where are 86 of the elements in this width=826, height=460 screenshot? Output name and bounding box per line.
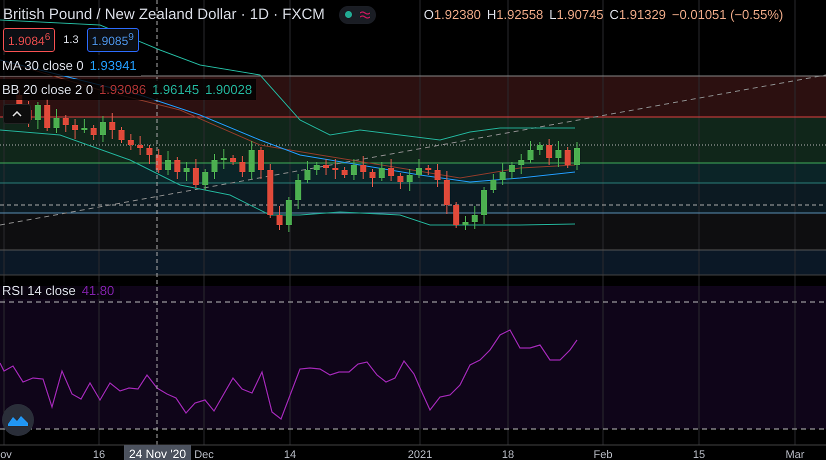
wave-icon (360, 10, 370, 18)
candlestick (202, 168, 208, 190)
indicator-value: 1.96145 (152, 82, 200, 97)
candlestick (462, 216, 468, 230)
time-axis-label: 18 (502, 449, 514, 460)
candlestick (212, 154, 218, 180)
time-axis-label: 16 (92, 449, 106, 460)
candlestick (574, 142, 580, 170)
candlestick (258, 146, 264, 180)
candlestick (444, 170, 450, 214)
candlestick (360, 156, 366, 180)
candlestick (332, 158, 338, 180)
candlestick (500, 162, 506, 186)
market-status-toggle[interactable] (338, 6, 376, 24)
candlestick (323, 158, 330, 176)
candlestick (508, 162, 515, 180)
candlestick (248, 140, 255, 180)
candlestick (239, 156, 246, 178)
time-axis-label: Dec (194, 449, 214, 460)
candlestick (192, 158, 199, 188)
candlestick (350, 158, 357, 180)
candlestick (416, 158, 422, 178)
time-axis-label: ov (0, 449, 12, 460)
candlestick (184, 162, 190, 182)
candlestick (434, 164, 441, 188)
candlestick (295, 174, 302, 210)
candlestick (220, 148, 227, 170)
candlestick (81, 118, 88, 134)
spread-value: 1.3 (63, 34, 79, 46)
time-axis-label: 14 (284, 449, 296, 460)
candlestick (481, 186, 488, 224)
candlestick (536, 142, 543, 156)
sell-button[interactable]: 1.9084$^{6}$ (3, 28, 56, 52)
candlestick (146, 144, 152, 164)
buy-button[interactable]: 1.9085$^{9}$ (86, 28, 139, 52)
candlestick (370, 168, 376, 188)
candlestick (472, 206, 478, 230)
time-axis-label: Mar (786, 449, 804, 460)
candlestick (90, 124, 97, 140)
candlestick (304, 160, 310, 184)
candlestick (490, 174, 496, 194)
price-change: −0.01051 (−0.55%) (672, 7, 784, 22)
collapse-button[interactable] (3, 104, 31, 124)
candlestick (453, 202, 460, 228)
time-axis-label: Feb (594, 449, 612, 460)
time-axis-label: 15 (692, 449, 706, 460)
candlestick (128, 134, 134, 150)
candlestick (286, 196, 292, 232)
indicator-name: RSI 14 close (2, 283, 76, 298)
time-axis-label: 2021 (408, 449, 432, 460)
candlestick (518, 154, 524, 174)
candlestick (118, 126, 125, 144)
indicator-value: 1.93086 (99, 82, 146, 97)
candlestick (342, 166, 348, 178)
ohlc-value: L1.90745 (549, 7, 604, 22)
candlestick (174, 156, 180, 180)
chevron-up-icon (12, 111, 22, 117)
ohlc-value: O1.92380 (424, 7, 481, 22)
indicator-name: MA 30 close 0 (2, 58, 84, 73)
candlestick (406, 168, 413, 192)
candlestick (528, 140, 534, 164)
candlestick (555, 140, 562, 168)
candlestick (314, 162, 320, 176)
candlestick (378, 162, 385, 182)
indicator-value: 1.93941 (90, 58, 137, 73)
candlestick (156, 148, 162, 174)
candlestick (53, 108, 60, 134)
candlestick (100, 116, 106, 142)
symbol-title: British Pound / New Zealand Dollar · 1D · FXCM (3, 6, 325, 23)
candlestick (388, 158, 394, 182)
ohlc-value: H1.92558 (486, 7, 544, 22)
candlestick (564, 146, 571, 168)
candlestick (397, 172, 404, 190)
crosshair-date-label: 24 Nov '20 (124, 445, 191, 460)
candlestick (230, 154, 236, 166)
chart-logo-icon (8, 414, 28, 426)
candlestick (546, 138, 552, 166)
candlestick (137, 136, 144, 156)
candlestick (165, 150, 172, 176)
indicator-value: 1.90028 (205, 82, 252, 97)
candlestick (34, 102, 41, 130)
candlestick (425, 164, 432, 176)
indicator-value: 41.80 (82, 283, 114, 298)
candlestick (276, 206, 283, 230)
indicator-name: BB 20 close 2 0 (2, 82, 94, 97)
ohlc-value: C1.91329 (610, 7, 666, 22)
